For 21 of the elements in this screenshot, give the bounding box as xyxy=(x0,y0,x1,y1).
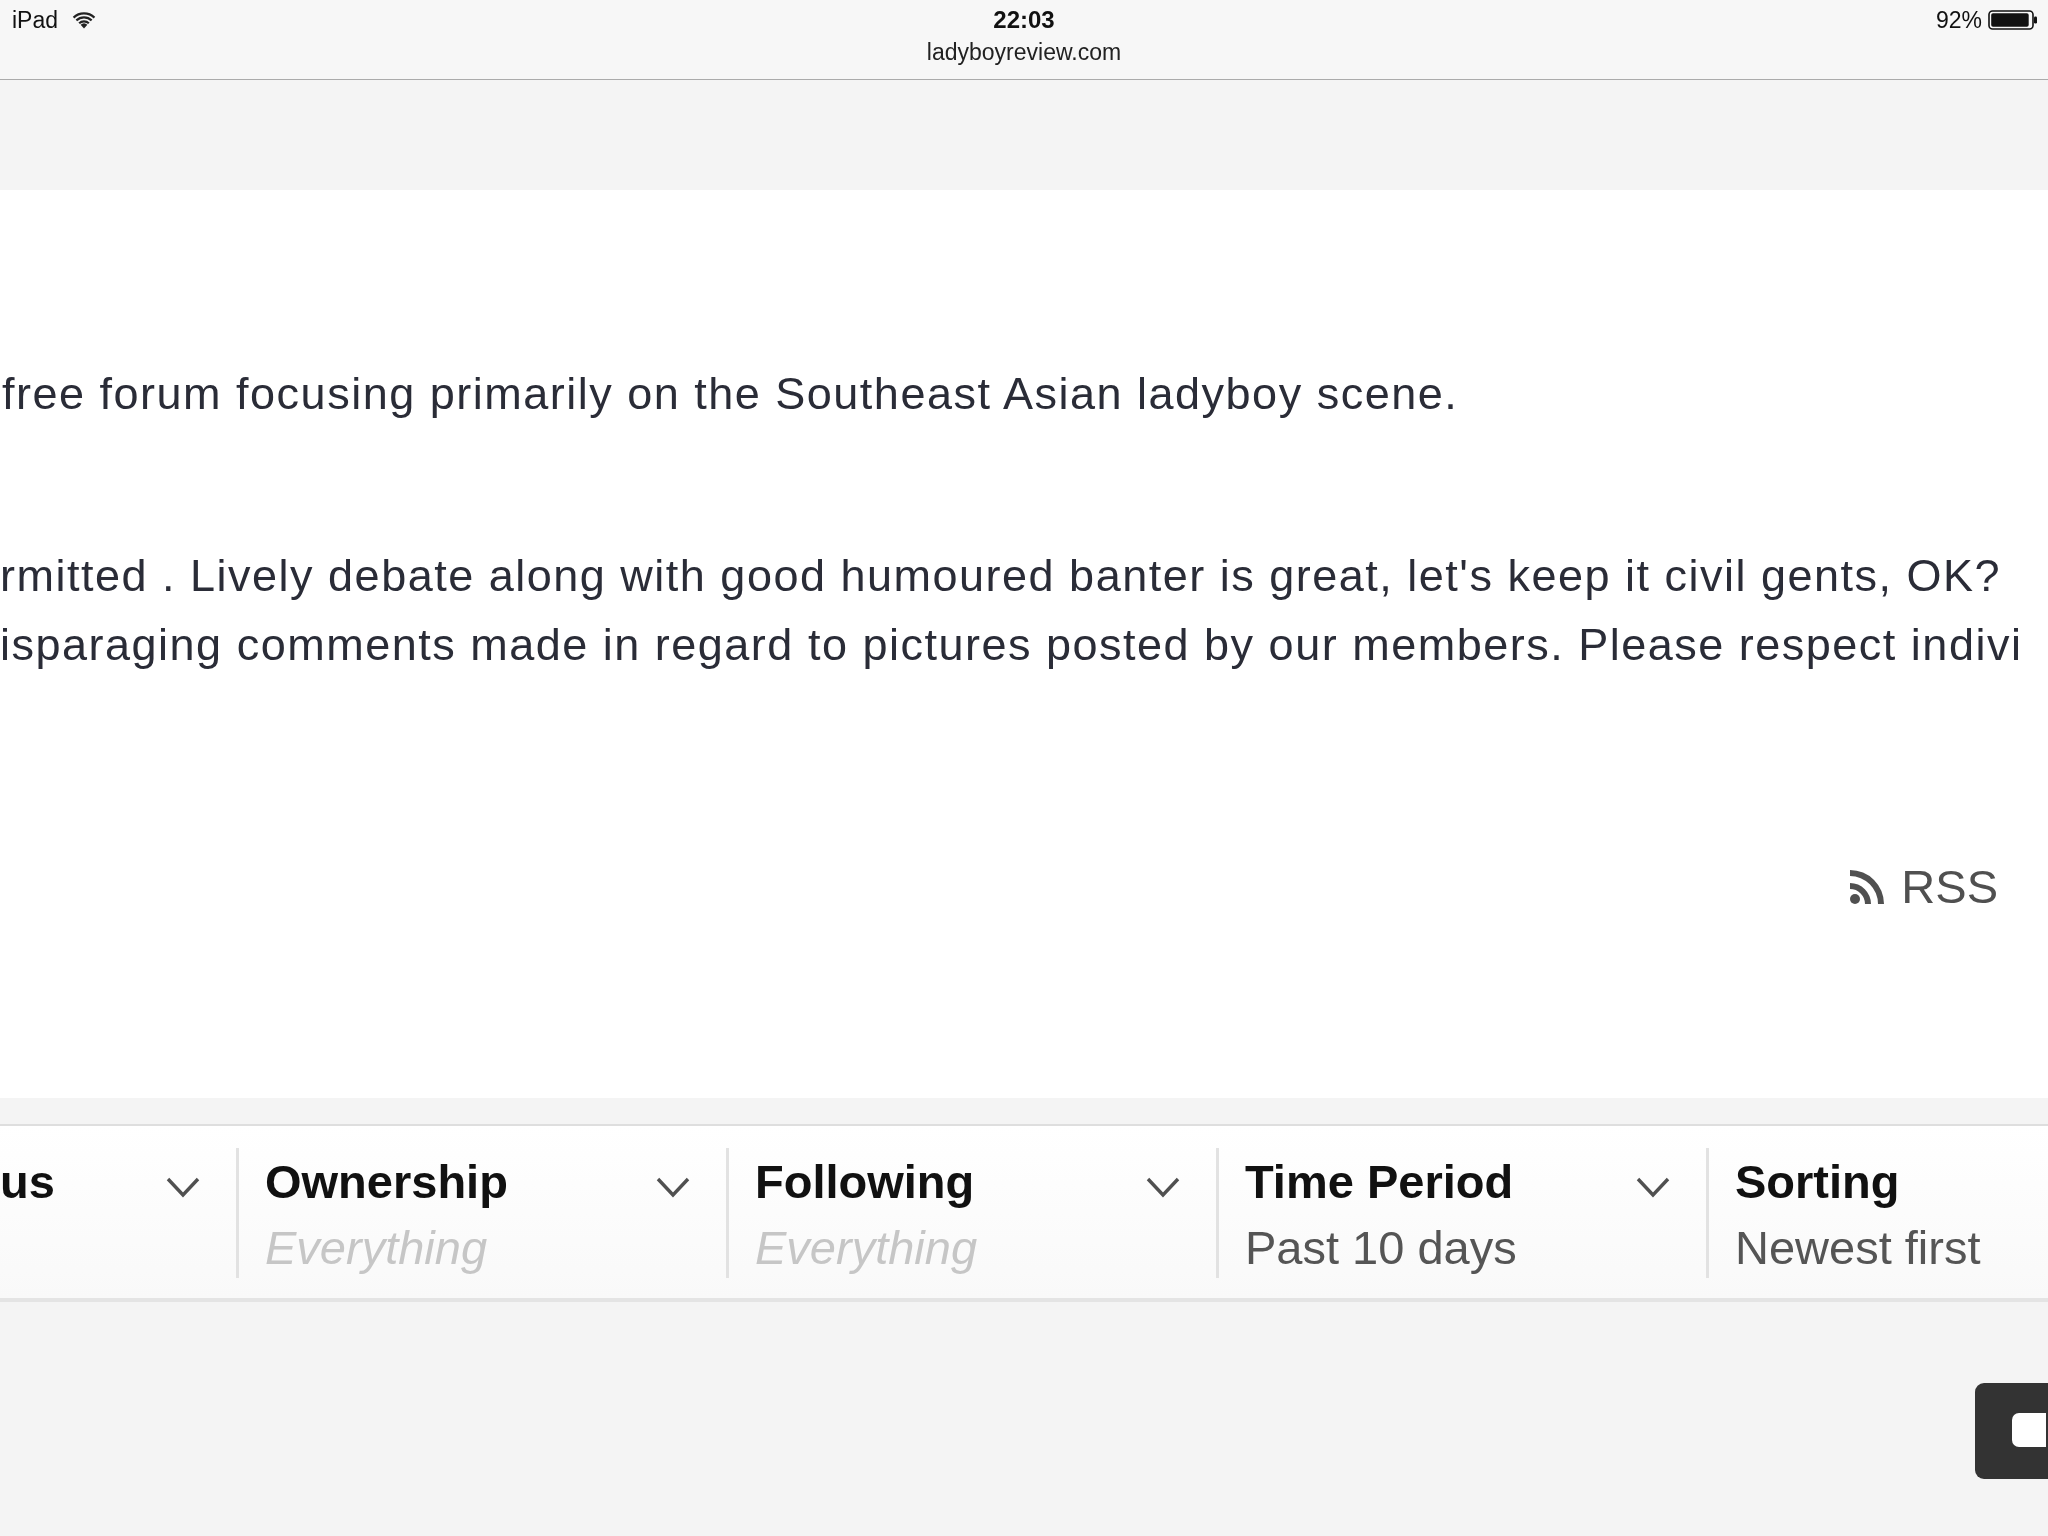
filter-label: us xyxy=(0,1154,55,1210)
clock-time: 22:03 xyxy=(993,5,1055,35)
filter-label: Following xyxy=(755,1154,976,1210)
filter-label: Sorting xyxy=(1735,1154,1901,1210)
rss-link[interactable]: RSS xyxy=(1849,857,1998,917)
battery-percent: 92% xyxy=(1935,6,1982,34)
battery-icon xyxy=(1988,10,2038,30)
filter-label: Ownership xyxy=(265,1154,508,1210)
page-url: ladyboyreview.com xyxy=(926,38,1122,67)
filter-value: Newest first xyxy=(1735,1220,1981,1276)
forum-intro-text: free forum focusing primarily on the Southeast Asian ladyboy scene. xyxy=(1,367,1460,421)
wifi-icon xyxy=(72,11,97,29)
filter-label: Time Period xyxy=(1245,1154,1515,1210)
square-icon xyxy=(2012,1413,2046,1447)
filter-dropdown[interactable]: us xyxy=(0,1148,236,1278)
filter-dropdown[interactable]: Time Period Past 10 days xyxy=(1216,1148,1706,1278)
forum-rules-paragraph: rmitted . Lively debate along with good humoured banter is great, let's keep it civil gents, OK? isparaging comments made in regard to pictures posted by our members. Please respect indivi xyxy=(0,549,2024,672)
device-name: iPad xyxy=(12,6,59,34)
filter-dropdown[interactable]: Sorting Newest first xyxy=(1706,1148,2048,1278)
filter-value: Past 10 days xyxy=(1245,1220,1517,1276)
floating-button[interactable] xyxy=(1975,1383,2048,1479)
